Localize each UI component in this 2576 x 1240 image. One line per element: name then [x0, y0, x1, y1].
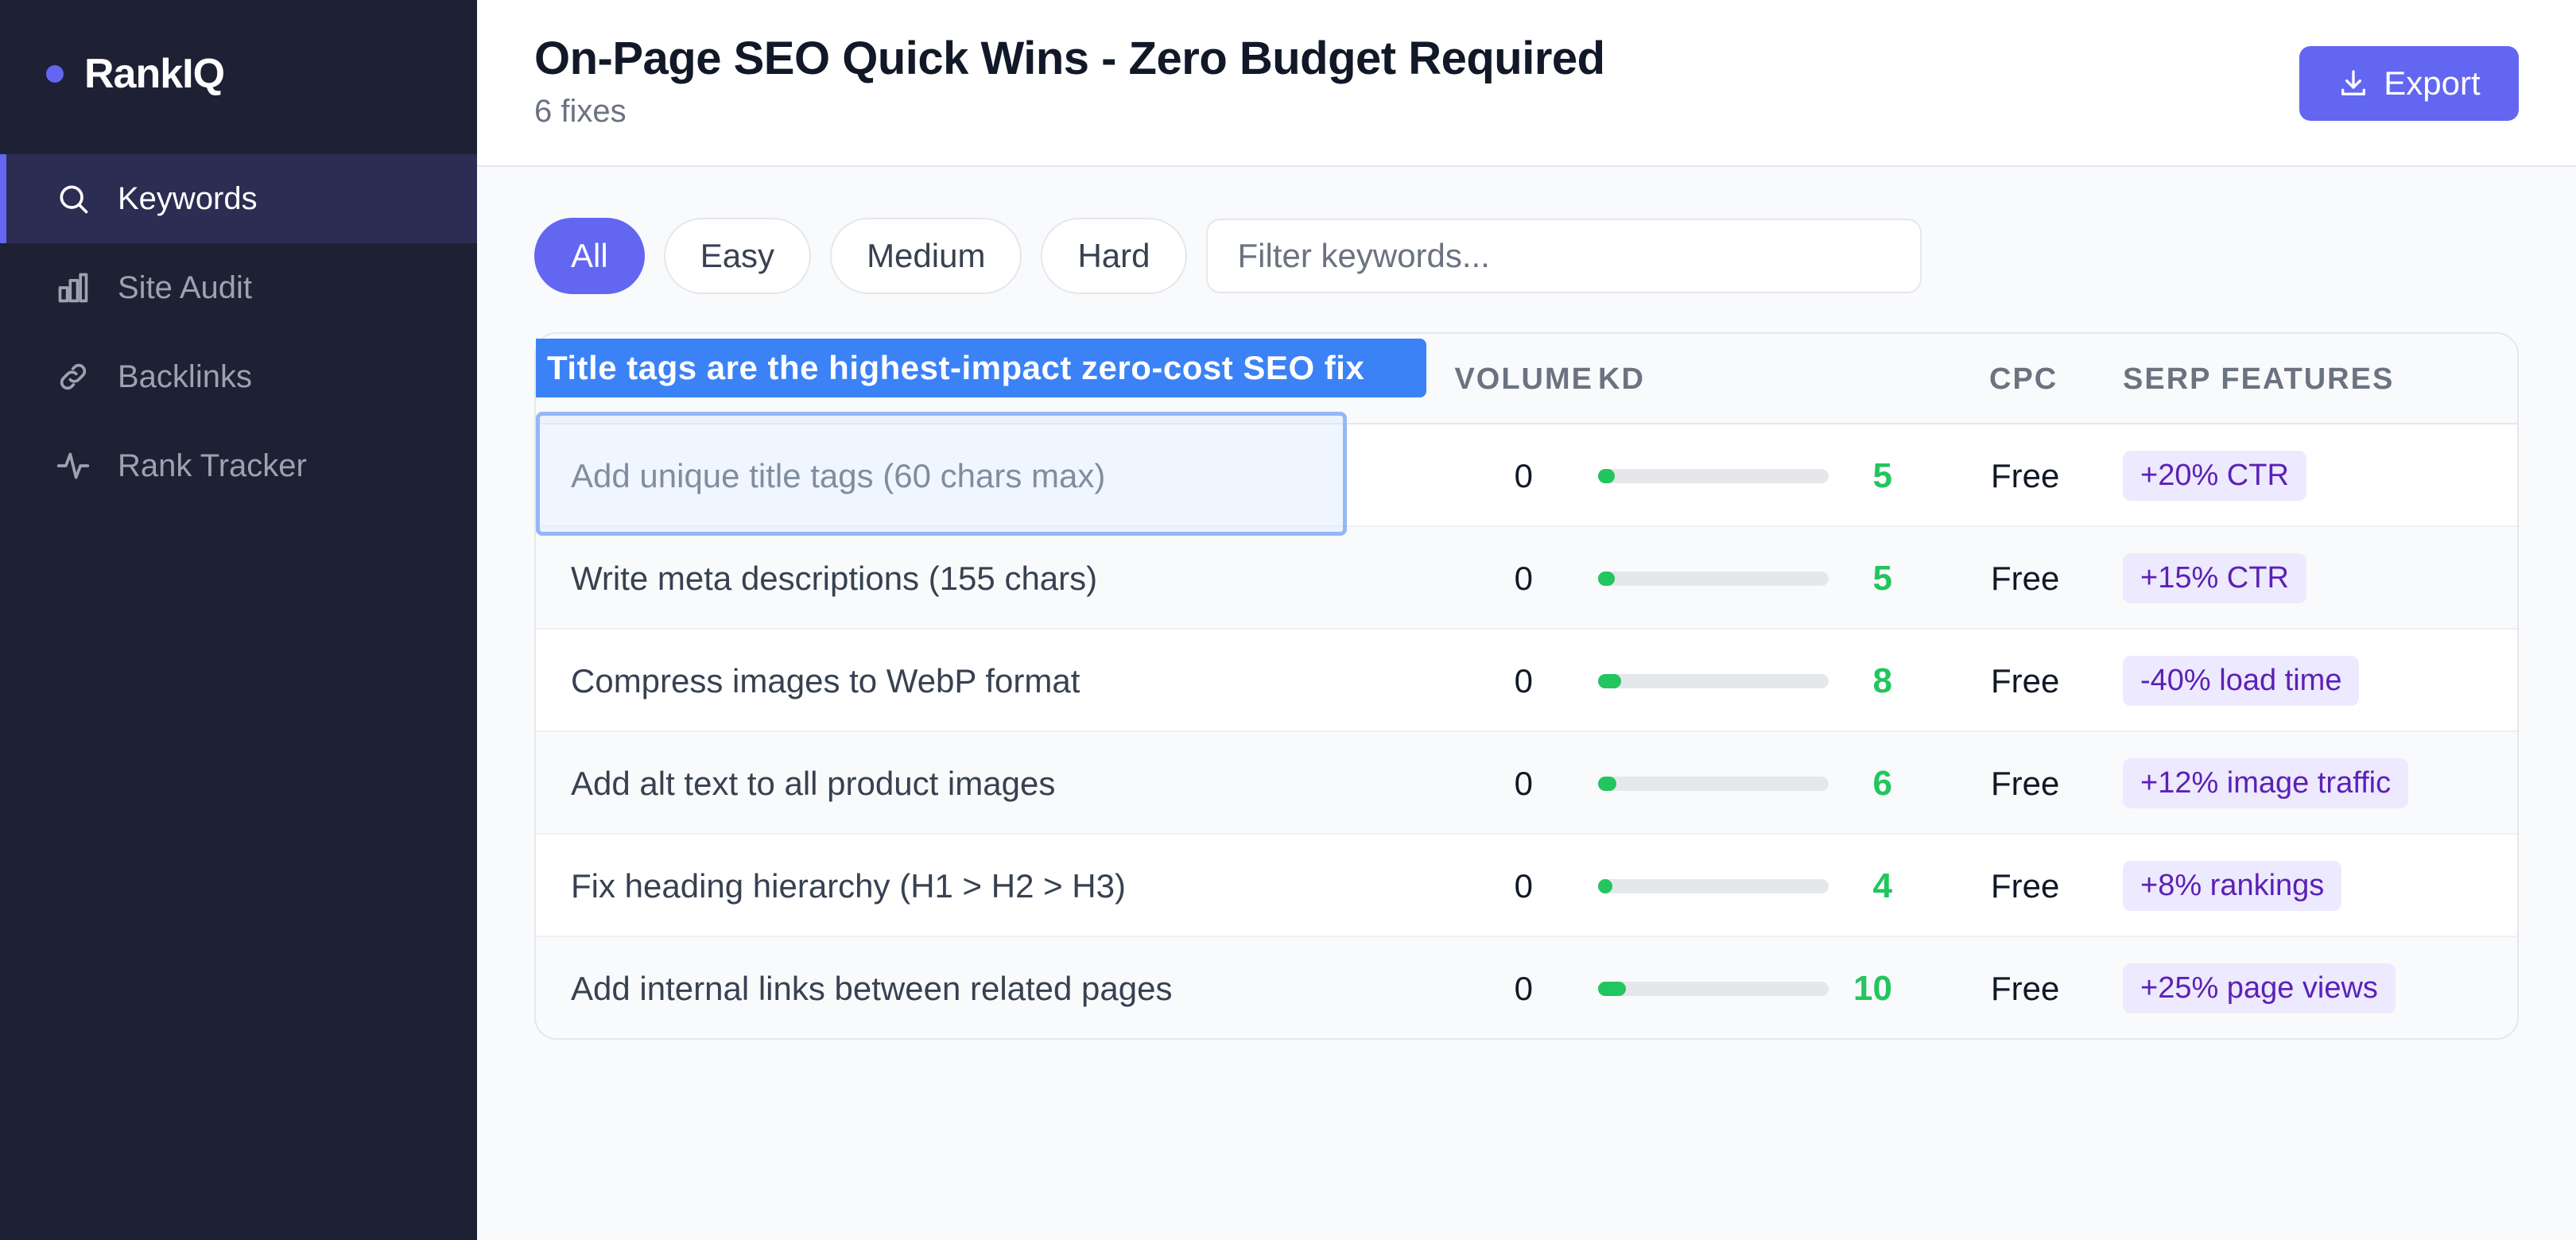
kd-bar	[1598, 777, 1829, 791]
filter-pill-medium[interactable]: Medium	[830, 218, 1022, 294]
kd-bar-fill	[1598, 572, 1615, 586]
row-serp: +15% CTR	[2123, 527, 2306, 630]
row-serp: +12% image traffic	[2123, 732, 2409, 835]
row-cpc: Free	[1991, 559, 2060, 597]
row-cpc: Free	[1991, 456, 2060, 494]
sidebar-item-rank-tracker[interactable]: Rank Tracker	[0, 421, 477, 510]
column-header-serp-features[interactable]: SERP FEATURES	[2123, 334, 2394, 424]
row-cpc: Free	[1991, 764, 2060, 802]
row-kd: 4	[1872, 866, 1892, 905]
export-button[interactable]: Export	[2299, 46, 2519, 121]
table-row[interactable]: Fix heading hierarchy (H1 > H2 > H3) 0 4 Fr…	[536, 835, 2517, 937]
bar-chart-icon	[56, 270, 91, 305]
filter-bar: All Easy Medium Hard	[534, 218, 1922, 294]
kd-bar	[1598, 982, 1829, 996]
serp-badge: +25% page views	[2123, 963, 2396, 1013]
link-icon	[56, 359, 91, 394]
kd-bar	[1598, 469, 1829, 483]
filter-pill-easy[interactable]: Easy	[663, 218, 812, 294]
row-volume: 0	[1514, 559, 1533, 597]
kd-bar-fill	[1598, 879, 1612, 893]
row-kd: 6	[1872, 763, 1892, 803]
row-name: Fix heading hierarchy (H1 > H2 > H3)	[571, 866, 1126, 905]
filter-pill-all[interactable]: All	[534, 218, 645, 294]
brand-dot-icon	[46, 65, 64, 83]
kd-bar-fill	[1598, 982, 1626, 996]
brand-logo[interactable]: RankIQ	[46, 46, 225, 102]
row-serp: -40% load time	[2123, 630, 2360, 732]
sidebar-item-label: Keywords	[118, 180, 258, 216]
row-volume: 0	[1514, 969, 1533, 1007]
table-row[interactable]: Write meta descriptions (155 chars) 0 5 Fre…	[536, 527, 2517, 630]
column-header-volume[interactable]: VOLUME	[1402, 334, 1593, 424]
kd-bar	[1598, 572, 1829, 586]
row-name: Write meta descriptions (155 chars)	[571, 559, 1098, 597]
kd-bar-fill	[1598, 674, 1621, 688]
sidebar-item-label: Site Audit	[118, 269, 253, 305]
sidebar-nav: Keywords Site Audit Backlinks Rank Track…	[0, 154, 477, 510]
row-kd: 8	[1872, 661, 1892, 700]
row-kd: 5	[1872, 455, 1892, 495]
sidebar-item-label: Rank Tracker	[118, 448, 307, 483]
table-row[interactable]: Compress images to WebP format 0 8 Free -40%…	[536, 630, 2517, 732]
row-volume: 0	[1514, 661, 1533, 699]
download-icon	[2341, 70, 2366, 96]
kd-bar	[1598, 674, 1829, 688]
kd-bar	[1598, 879, 1829, 893]
serp-badge: -40% load time	[2123, 656, 2360, 706]
sidebar-item-label: Backlinks	[118, 358, 252, 394]
row-name: Add internal links between related pages	[571, 969, 1173, 1007]
row-serp: +20% CTR	[2123, 424, 2306, 527]
kd-bar-fill	[1598, 469, 1615, 483]
filter-keywords-input[interactable]	[1205, 219, 1922, 293]
table-row[interactable]: Add internal links between related pages…	[536, 937, 2517, 1038]
table-row[interactable]: Add alt text to all product images 0 6 Free…	[536, 732, 2517, 835]
row-name: Add alt text to all product images	[571, 764, 1056, 802]
serp-badge: +8% rankings	[2123, 861, 2342, 911]
serp-badge: +20% CTR	[2123, 451, 2306, 501]
sidebar-item-site-audit[interactable]: Site Audit	[0, 243, 477, 332]
page-subtitle: 6 fixes	[534, 94, 627, 129]
column-header-cpc[interactable]: CPC	[1989, 334, 2058, 424]
kd-bar-fill	[1598, 777, 1616, 791]
row-highlight-outline	[536, 412, 1347, 536]
search-icon	[56, 181, 91, 216]
column-header-kd[interactable]: KD	[1598, 334, 1645, 424]
row-cpc: Free	[1991, 866, 2060, 905]
serp-badge: +12% image traffic	[2123, 758, 2409, 808]
page-title: On-Page SEO Quick Wins - Zero Budget Req…	[534, 33, 1605, 84]
sidebar-item-keywords[interactable]: Keywords	[0, 154, 477, 243]
row-name: Compress images to WebP format	[571, 661, 1080, 699]
row-kd: 5	[1872, 558, 1892, 598]
page-header: On-Page SEO Quick Wins - Zero Budget Req…	[477, 0, 2576, 167]
serp-badge: +15% CTR	[2123, 553, 2306, 603]
row-volume: 0	[1514, 866, 1533, 905]
export-label: Export	[2384, 64, 2481, 102]
filter-pill-hard[interactable]: Hard	[1041, 218, 1187, 294]
row-cpc: Free	[1991, 969, 2060, 1007]
tooltip: Title tags are the highest-impact zero-c…	[536, 339, 1426, 397]
row-serp: +8% rankings	[2123, 835, 2342, 937]
brand-name: RankIQ	[84, 51, 225, 97]
row-cpc: Free	[1991, 661, 2060, 699]
row-volume: 0	[1514, 764, 1533, 802]
row-volume: 0	[1514, 456, 1533, 494]
row-kd: 10	[1853, 968, 1892, 1008]
row-serp: +25% page views	[2123, 937, 2396, 1038]
activity-icon	[56, 448, 91, 483]
sidebar-item-backlinks[interactable]: Backlinks	[0, 332, 477, 421]
sidebar: RankIQ Keywords Site Audit Backlinks Ran…	[0, 0, 477, 1240]
